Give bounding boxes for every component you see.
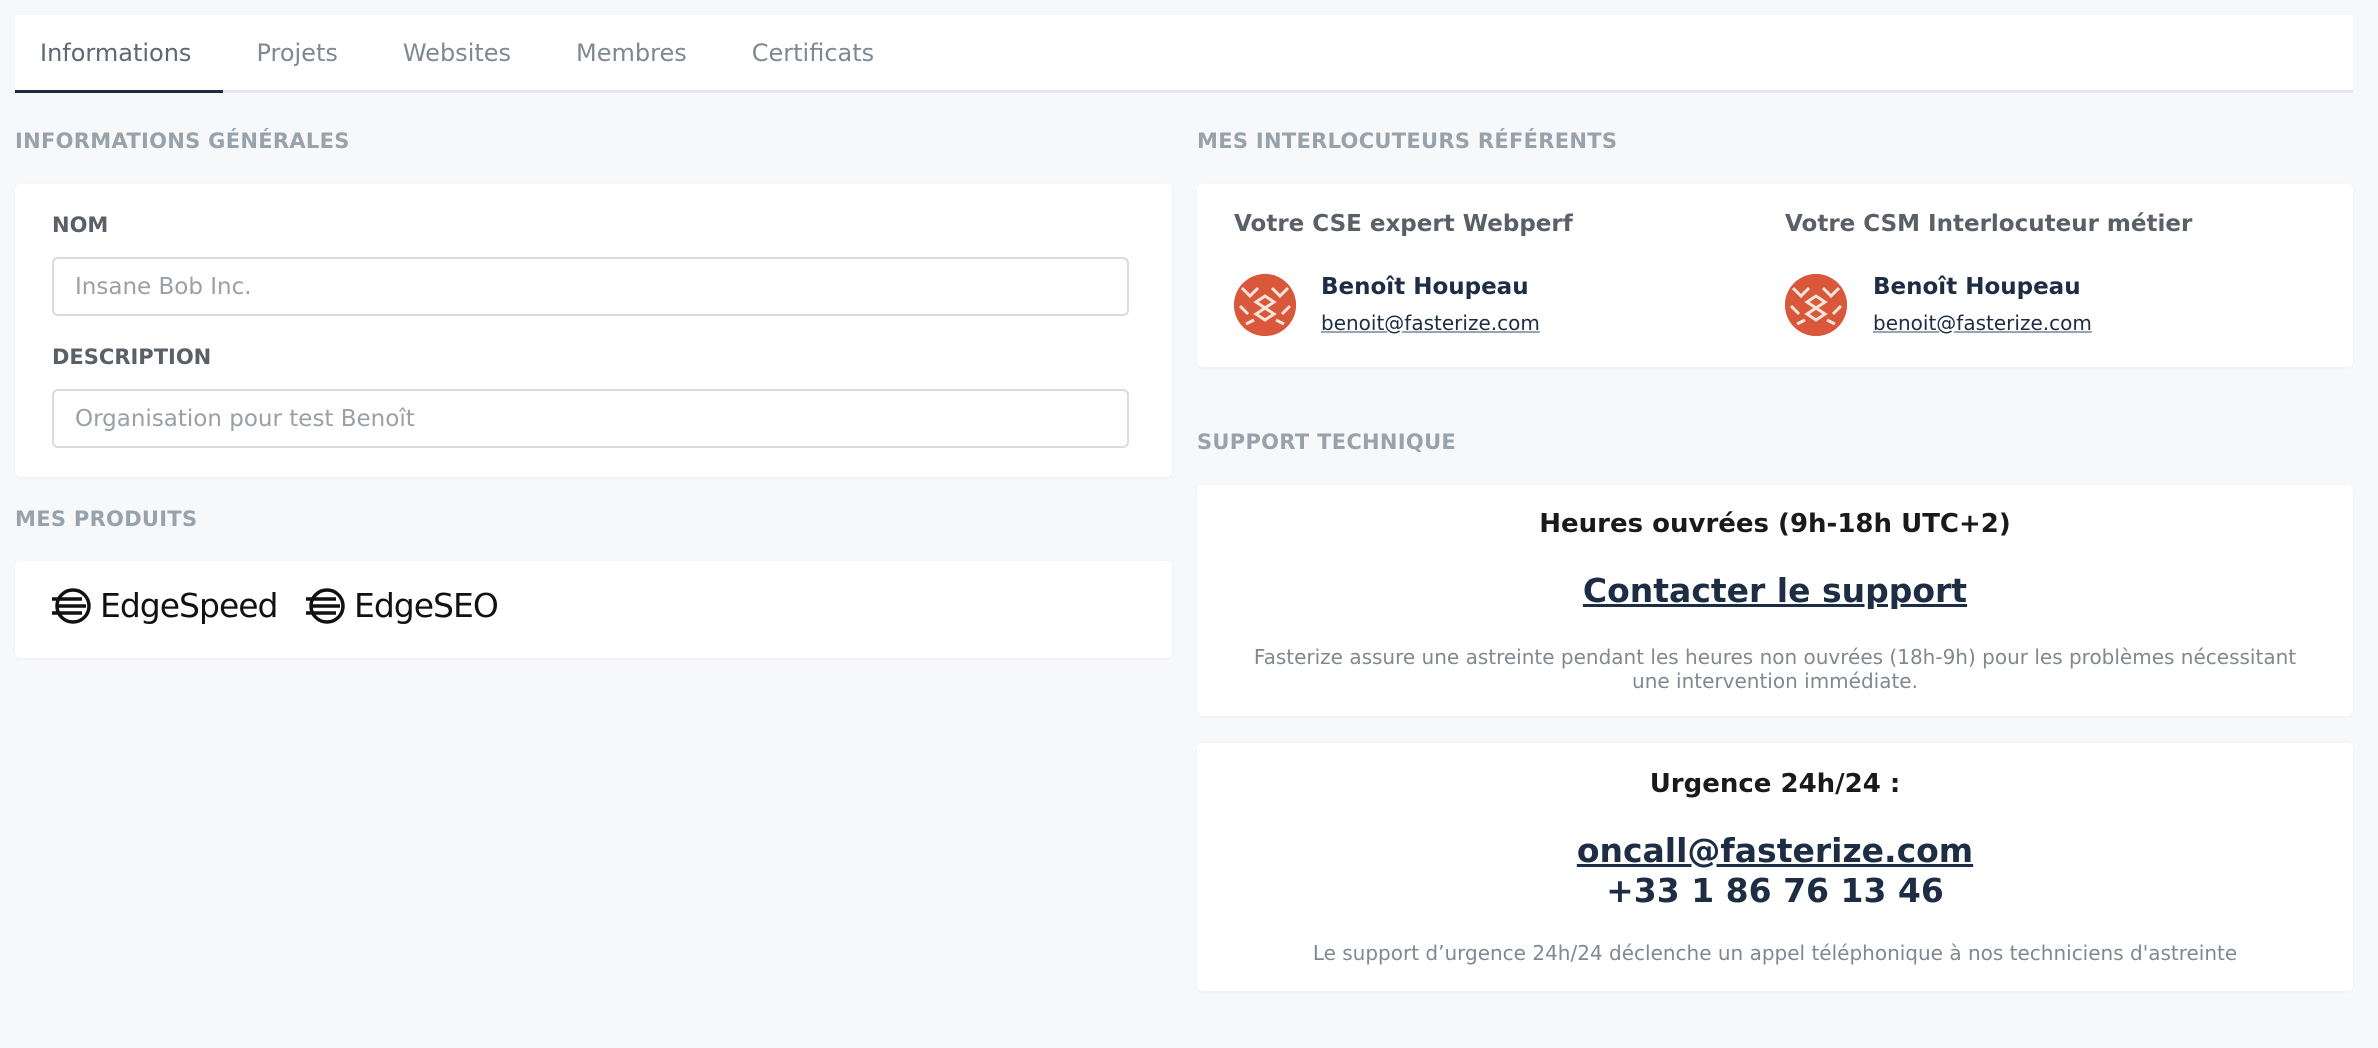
business-hours-note: Fasterize assure une astreinte pendant l…	[1253, 645, 2297, 693]
general-card: NOM Insane Bob Inc. DESCRIPTION Organisa…	[15, 184, 1172, 477]
edgeseo-logo: EdgeSEO	[306, 586, 499, 625]
contact-email-cse-link[interactable]: benoit@fasterize.com	[1321, 311, 1540, 335]
contacts-section-title: MES INTERLOCUTEURS RÉFÉRENTS	[1197, 129, 1618, 153]
avatar-pattern-icon	[1234, 274, 1296, 336]
urgent-support-card: Urgence 24h/24 : oncall@fasterize.com +3…	[1197, 743, 2353, 991]
avatar	[1234, 274, 1296, 336]
products-card: EdgeSpeed EdgeSEO	[15, 561, 1172, 658]
contact-support-link[interactable]: Contacter le support	[1583, 571, 1967, 610]
contact-role-cse: Votre CSE expert Webperf	[1234, 211, 1573, 237]
edgeseo-name: EdgeSEO	[354, 586, 499, 625]
support-hours-card: Heures ouvrées (9h-18h UTC+2) Contacter …	[1197, 485, 2353, 716]
edgeseo-mark-icon	[306, 587, 345, 624]
urgent-note: Le support d’urgence 24h/24 déclenche un…	[1312, 941, 2238, 965]
name-input[interactable]: Insane Bob Inc.	[52, 257, 1129, 316]
support-section-title: SUPPORT TECHNIQUE	[1197, 430, 1457, 454]
tab-certificats[interactable]: Certificats	[727, 15, 906, 90]
contact-email-csm-link[interactable]: benoit@fasterize.com	[1873, 311, 2092, 335]
avatar-pattern-icon	[1785, 274, 1847, 336]
description-input[interactable]: Organisation pour test Benoît	[52, 389, 1129, 448]
contact-name-cse: Benoît Houpeau	[1321, 274, 1529, 300]
urgent-phone: +33 1 86 76 13 46	[1606, 871, 1944, 910]
name-label: NOM	[52, 213, 109, 237]
contact-name-csm: Benoît Houpeau	[1873, 274, 2081, 300]
edgespeed-logo: EdgeSpeed	[52, 586, 278, 625]
urgent-email-link[interactable]: oncall@fasterize.com	[1577, 831, 1973, 870]
tab-websites[interactable]: Websites	[378, 15, 543, 90]
edgespeed-name: EdgeSpeed	[100, 586, 278, 625]
tab-membres[interactable]: Membres	[551, 15, 719, 90]
business-hours-title: Heures ouvrées (9h-18h UTC+2)	[1539, 509, 2011, 539]
urgent-title: Urgence 24h/24 :	[1649, 769, 1901, 799]
contact-support-wrapper: Contacter le support	[1197, 571, 2353, 610]
contact-role-csm: Votre CSM Interlocuteur métier	[1785, 211, 2193, 237]
edgespeed-mark-icon	[52, 587, 91, 624]
urgent-email-wrapper: oncall@fasterize.com	[1197, 831, 2353, 870]
general-section-title: INFORMATIONS GÉNÉRALES	[15, 129, 350, 153]
products-section-title: MES PRODUITS	[15, 507, 198, 531]
contacts-card: Votre CSE expert Webperf Benoît Houpeau …	[1197, 184, 2353, 367]
avatar	[1785, 274, 1847, 336]
description-label: DESCRIPTION	[52, 345, 212, 369]
tab-informations[interactable]: Informations	[15, 15, 224, 93]
tab-bar: Informations Projets Websites Membres Ce…	[15, 15, 2353, 93]
tab-projets[interactable]: Projets	[231, 15, 369, 90]
